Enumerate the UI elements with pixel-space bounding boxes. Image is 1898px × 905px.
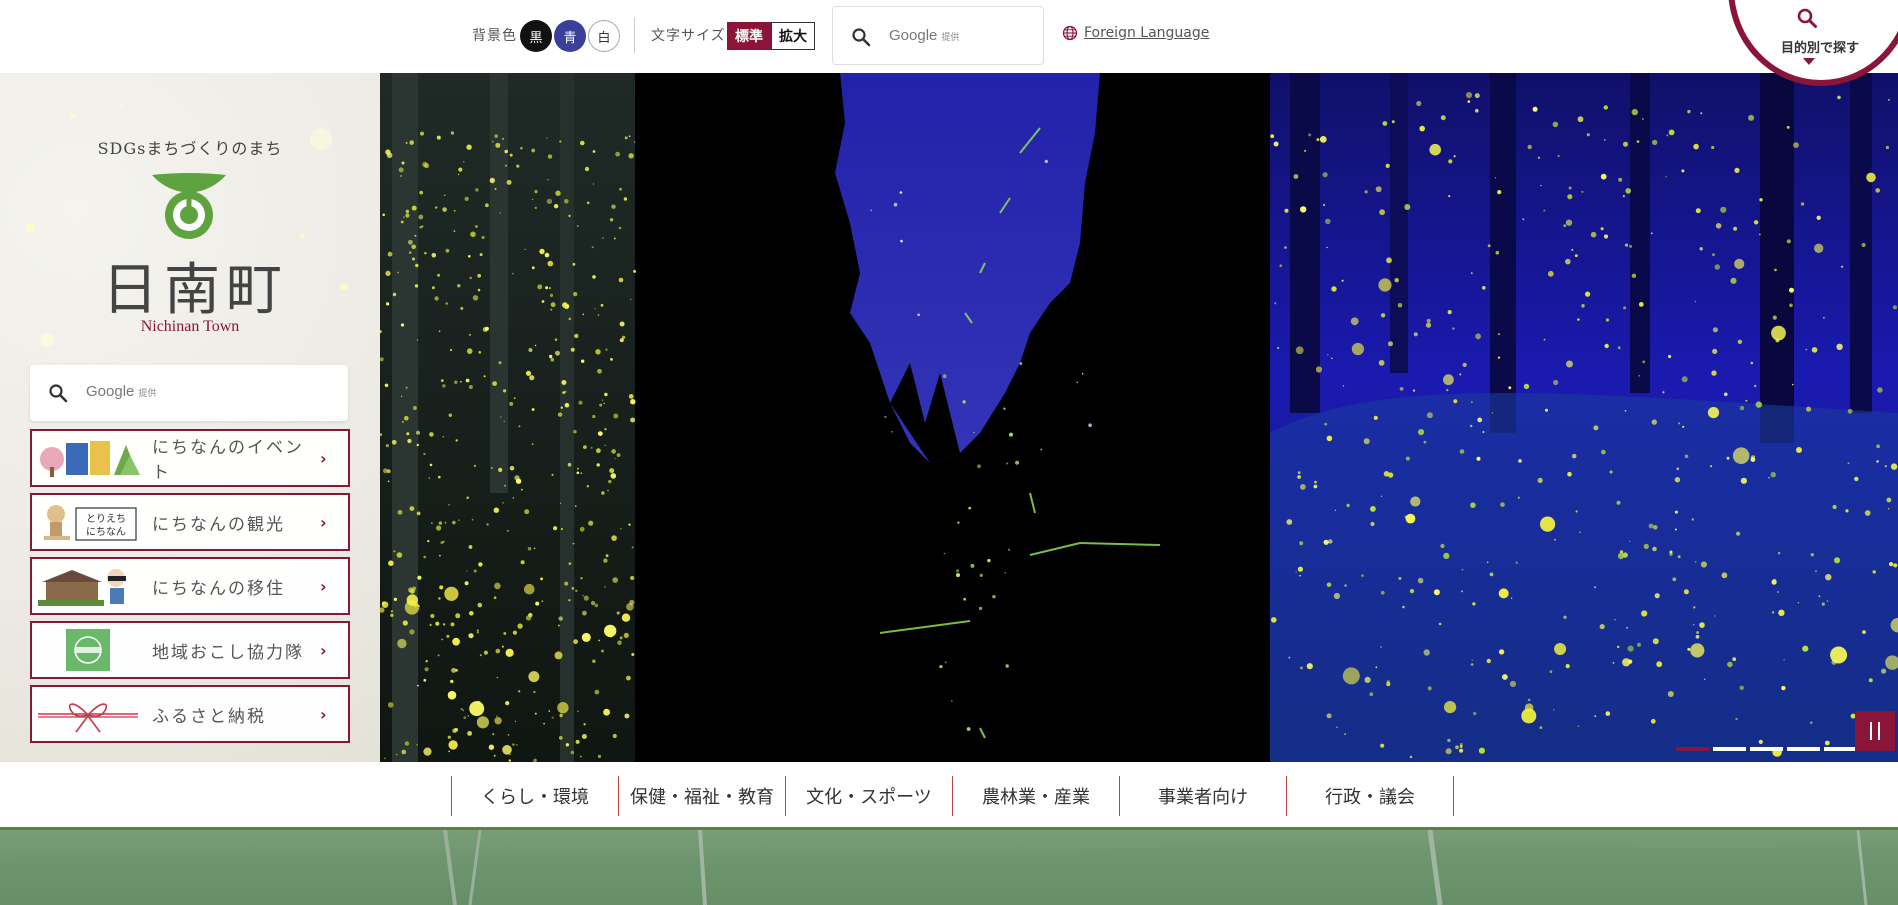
slider-dot[interactable] [1787,747,1820,751]
global-nav: くらし・環境 保健・福祉・教育 文化・スポーツ 農林業・産業 事業者向け 行政・… [0,762,1898,830]
top-bar: 背景色 黒 青 白 文字サイズ 標準 拡大 Google 提供 Foreign L… [0,0,1898,73]
nav-health-welfare-education[interactable]: 保健・福祉・教育 [618,776,785,816]
search-icon [852,28,871,47]
bg-color-label: 背景色 [472,28,517,44]
bg-blue-button[interactable]: 青 [554,20,586,52]
quick-link-furusato-tax[interactable]: ふるさと納税 › [30,685,350,743]
town-name-en: Nichinan Town [140,318,240,335]
quick-link-label: にちなんの移住 [152,578,285,599]
caret-down-icon [1803,58,1815,65]
chevron-right-icon: › [320,640,327,660]
search-icon [49,384,68,403]
chevron-right-icon: › [320,704,327,724]
forest-banner [0,830,1898,905]
chevron-right-icon: › [320,576,327,596]
event-illustration-icon [32,431,144,485]
town-emblem-icon [152,173,226,239]
quick-link-cooperation-corps[interactable]: 地域おこし協力隊 › [30,621,350,679]
page: 背景色 黒 青 白 文字サイズ 標準 拡大 Google 提供 Foreign L… [0,0,1898,905]
font-size-label: 文字サイズ [651,28,726,44]
search-provider: Google 提供 [889,27,959,44]
bg-white-button[interactable]: 白 [588,20,620,52]
side-search-box[interactable]: Google 提供 [30,365,348,421]
provider-name: Google [86,383,135,400]
search-icon [1797,8,1817,28]
purpose-search-label: 目的別で探す [1780,41,1859,56]
quick-link-label: 地域おこし協力隊 [152,642,304,663]
slider-dot[interactable] [1713,747,1746,751]
font-large-button[interactable]: 拡大 [771,22,815,50]
ribbon-icon [32,687,144,741]
town-name: 日南町 [102,258,288,323]
slider-dot[interactable] [1824,747,1857,751]
tourism-mascot-icon: とりえち にちなん [32,495,144,549]
svg-text:にちなん: にちなん [86,526,126,538]
provider-suffix: 提供 [941,32,960,42]
nav-culture-sports[interactable]: 文化・スポーツ [785,776,952,816]
nav-for-businesses[interactable]: 事業者向け [1119,776,1286,816]
header-search-box[interactable]: Google 提供 [832,6,1044,65]
community-badge-icon [32,623,144,677]
slider-dot[interactable] [1750,747,1783,751]
hero-slideshow [380,73,1898,762]
relocation-illustration-icon [32,559,144,613]
hero-image [380,73,1898,762]
tagline: SDGsまちづくりのまち [97,139,283,158]
globe-icon [1062,25,1078,41]
chevron-right-icon: › [320,512,327,532]
nav-administration-assembly[interactable]: 行政・議会 [1286,776,1453,816]
provider-name: Google [889,27,938,44]
provider-suffix: 提供 [138,388,157,398]
divider [634,17,635,53]
quick-link-events[interactable]: にちなんのイベント › [30,429,350,487]
search-provider: Google 提供 [86,383,156,400]
chevron-right-icon: › [320,448,327,468]
nav-living-environment[interactable]: くらし・環境 [451,776,618,816]
svg-text:とりえち: とりえち [86,513,126,525]
bg-black-button[interactable]: 黒 [520,20,552,52]
nav-divider [1453,776,1454,816]
quick-link-tourism[interactable]: とりえち にちなん にちなんの観光 › [30,493,350,551]
foreign-language-link[interactable]: Foreign Language [1062,25,1209,41]
foreign-language-label: Foreign Language [1084,25,1210,41]
slider-indicators [1676,747,1857,751]
nav-agriculture-industry[interactable]: 農林業・産業 [952,776,1119,816]
pause-button[interactable] [1855,711,1895,751]
quick-link-label: ふるさと納税 [152,706,266,727]
quick-link-relocation[interactable]: にちなんの移住 › [30,557,350,615]
font-standard-button[interactable]: 標準 [727,22,771,50]
quick-link-label: にちなんのイベント [152,438,304,483]
slider-dot[interactable] [1676,747,1709,751]
quick-link-label: にちなんの観光 [152,514,285,535]
